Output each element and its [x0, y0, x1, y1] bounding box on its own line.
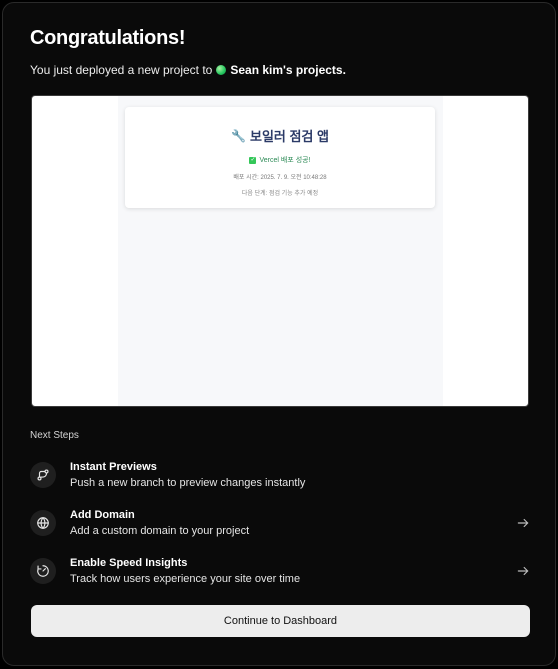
step-enable-speed-insights[interactable]: Enable Speed Insights Track how users ex… — [30, 553, 532, 589]
step-text: Instant Previews Push a new branch to pr… — [70, 461, 532, 489]
subtitle-prefix: You just deployed a new project to — [30, 63, 213, 77]
wrench-icon: 🔧 — [231, 128, 246, 143]
deployment-success-dialog: Congratulations! You just deployed a new… — [2, 2, 556, 666]
step-title: Add Domain — [70, 509, 135, 521]
deploy-subtitle: You just deployed a new project to Sean … — [30, 63, 346, 77]
preview-status-text: Vercel 배포 성공! — [259, 157, 311, 164]
preview-app-card: 🔧 보일러 점검 앱 ✓ Vercel 배포 성공! 배포 시간: 2025. … — [125, 107, 435, 208]
preview-next-task: 다음 단계: 점검 기능 추가 예정 — [241, 191, 319, 197]
arrow-right-icon[interactable] — [516, 516, 530, 530]
git-branch-icon — [30, 462, 56, 488]
step-add-domain[interactable]: Add Domain Add a custom domain to your p… — [30, 505, 532, 541]
step-text: Enable Speed Insights Track how users ex… — [70, 557, 516, 585]
step-text: Add Domain Add a custom domain to your p… — [70, 509, 516, 537]
preview-deploy-status: ✓ Vercel 배포 성공! — [125, 155, 435, 165]
team-avatar-icon — [216, 65, 227, 75]
step-instant-previews[interactable]: Instant Previews Push a new branch to pr… — [30, 457, 532, 493]
team-name: Sean kim's projects. — [230, 63, 346, 77]
step-description: Add a custom domain to your project — [70, 525, 250, 537]
arrow-right-icon[interactable] — [516, 564, 530, 578]
page-title: Congratulations! — [30, 27, 186, 49]
preview-deploy-time: 배포 시간: 2025. 7. 9. 오전 10:48:28 — [233, 175, 327, 181]
deployment-preview[interactable]: 🔧 보일러 점검 앱 ✓ Vercel 배포 성공! 배포 시간: 2025. … — [31, 95, 529, 407]
next-steps-heading: Next Steps — [30, 430, 79, 441]
globe-icon — [30, 510, 56, 536]
preview-app-title-text: 보일러 점검 앱 — [249, 129, 329, 144]
step-title: Enable Speed Insights — [70, 557, 188, 569]
continue-to-dashboard-button[interactable]: Continue to Dashboard — [31, 605, 530, 637]
preview-app-title: 🔧 보일러 점검 앱 — [125, 126, 435, 145]
step-title: Instant Previews — [70, 461, 157, 473]
check-icon: ✓ — [249, 156, 257, 164]
speed-gauge-icon — [30, 558, 56, 584]
step-description: Track how users experience your site ove… — [70, 573, 301, 585]
step-description: Push a new branch to preview changes ins… — [70, 477, 306, 489]
